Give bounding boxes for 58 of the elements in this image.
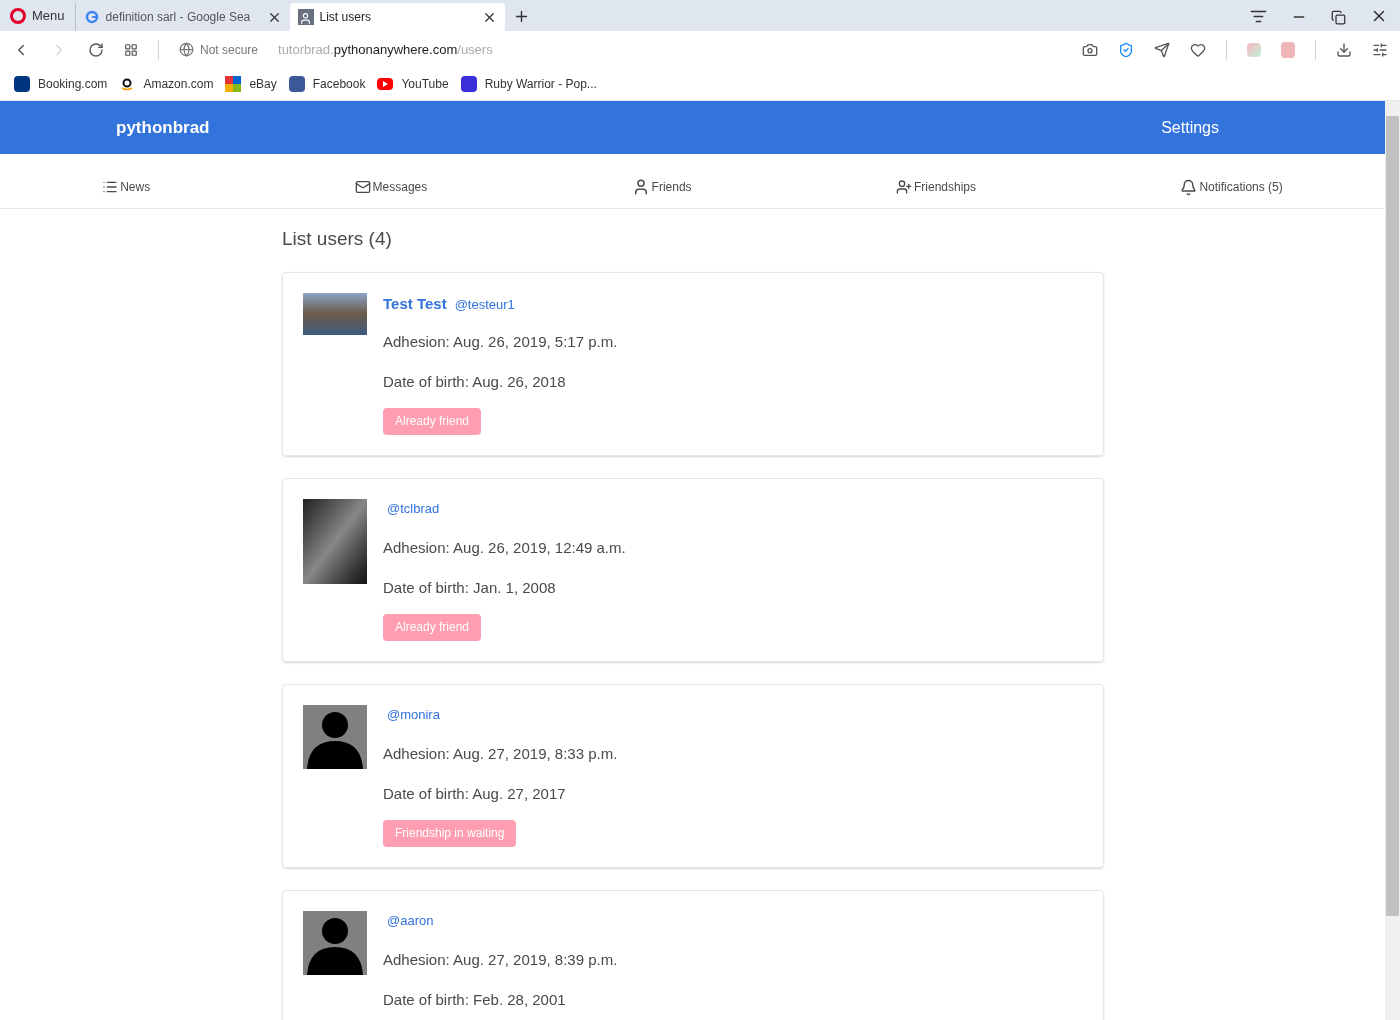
bookmark-link[interactable]: Amazon.com xyxy=(143,75,214,93)
nav-link[interactable]: Messages xyxy=(372,178,428,196)
user-handle[interactable]: @aaron xyxy=(387,910,434,930)
scrollbar[interactable] xyxy=(1385,101,1400,1020)
photo-placeholder xyxy=(303,292,367,335)
adhesion-text: Adhesion: Aug. 26, 2019, 5:17 p.m. xyxy=(383,331,618,352)
google-logo-icon xyxy=(83,9,100,25)
adhesion-text: Adhesion: Aug. 27, 2019, 8:33 p.m. xyxy=(383,743,618,764)
browser-tab[interactable]: List users xyxy=(289,3,505,31)
download-icon[interactable] xyxy=(1336,41,1352,58)
birth-date-text: Date of birth: Feb. 28, 2001 xyxy=(383,990,567,1010)
shopping-bag-icon xyxy=(225,76,242,92)
person-plus-icon xyxy=(896,179,912,195)
brand-link[interactable]: pythonbrad xyxy=(116,114,210,141)
bookmark-link[interactable]: Ruby Warrior - Pop... xyxy=(484,75,597,93)
bookmark-link[interactable]: Facebook xyxy=(312,75,366,93)
bookmark-icon xyxy=(14,76,30,92)
browser-tab[interactable]: definition sarl - Google Sea xyxy=(74,3,290,31)
bookmark-link[interactable]: eBay xyxy=(249,75,277,93)
nav-link[interactable]: Friends xyxy=(651,178,692,196)
adhesion-text: Adhesion: Aug. 27, 2019, 8:39 p.m. xyxy=(383,949,618,970)
send-icon[interactable] xyxy=(1154,41,1170,58)
user-handle[interactable]: @tclbrad xyxy=(387,498,440,518)
bookmark-icon xyxy=(288,76,305,92)
user-name[interactable]: Test Test xyxy=(383,292,447,315)
avatar-silhouette xyxy=(303,704,367,769)
play-icon xyxy=(377,78,394,90)
user-handle[interactable]: @monira xyxy=(387,704,440,724)
nav-link[interactable]: Notifications (5) xyxy=(1199,178,1283,196)
user-handle[interactable]: @testeur1 xyxy=(454,294,515,314)
reload-icon[interactable] xyxy=(88,41,104,58)
camera-icon[interactable] xyxy=(1082,41,1098,58)
bookmark-link[interactable]: YouTube xyxy=(401,75,449,93)
list-icon xyxy=(102,179,119,195)
tab-menu-icon[interactable] xyxy=(1250,8,1267,25)
nav-link[interactable]: Friendships xyxy=(914,178,976,196)
user-page-icon xyxy=(297,9,314,25)
birth-date-text: Date of birth: Aug. 27, 2017 xyxy=(383,784,567,804)
bell-icon xyxy=(1180,178,1198,196)
envelope-icon xyxy=(354,179,371,195)
bookmark-link[interactable]: Booking.com xyxy=(38,75,108,93)
settings-link[interactable]: Settings xyxy=(1161,115,1219,140)
birth-date-text: Date of birth: Aug. 26, 2018 xyxy=(383,372,567,392)
nav-link[interactable]: News xyxy=(120,178,151,196)
restore-icon[interactable] xyxy=(1331,10,1346,25)
grid-icon[interactable] xyxy=(124,42,138,57)
globe-icon xyxy=(179,42,194,57)
shield-icon[interactable] xyxy=(1118,41,1134,58)
security-label[interactable]: Not secure xyxy=(200,40,259,59)
heart-icon[interactable] xyxy=(1190,41,1206,58)
avatar-silhouette xyxy=(303,910,367,975)
adhesion-text: Adhesion: Aug. 26, 2019, 12:49 a.m. xyxy=(383,537,626,558)
address-field[interactable]: tutorbrad.pythonanywhere.com/users xyxy=(278,39,1062,60)
page-title: List users (4) xyxy=(282,227,393,251)
menu-button[interactable]: Menu xyxy=(0,0,75,31)
birth-date-text: Date of birth: Jan. 1, 2008 xyxy=(383,578,557,598)
bookmark-icon xyxy=(460,76,477,92)
settings-icon[interactable] xyxy=(1372,41,1388,58)
